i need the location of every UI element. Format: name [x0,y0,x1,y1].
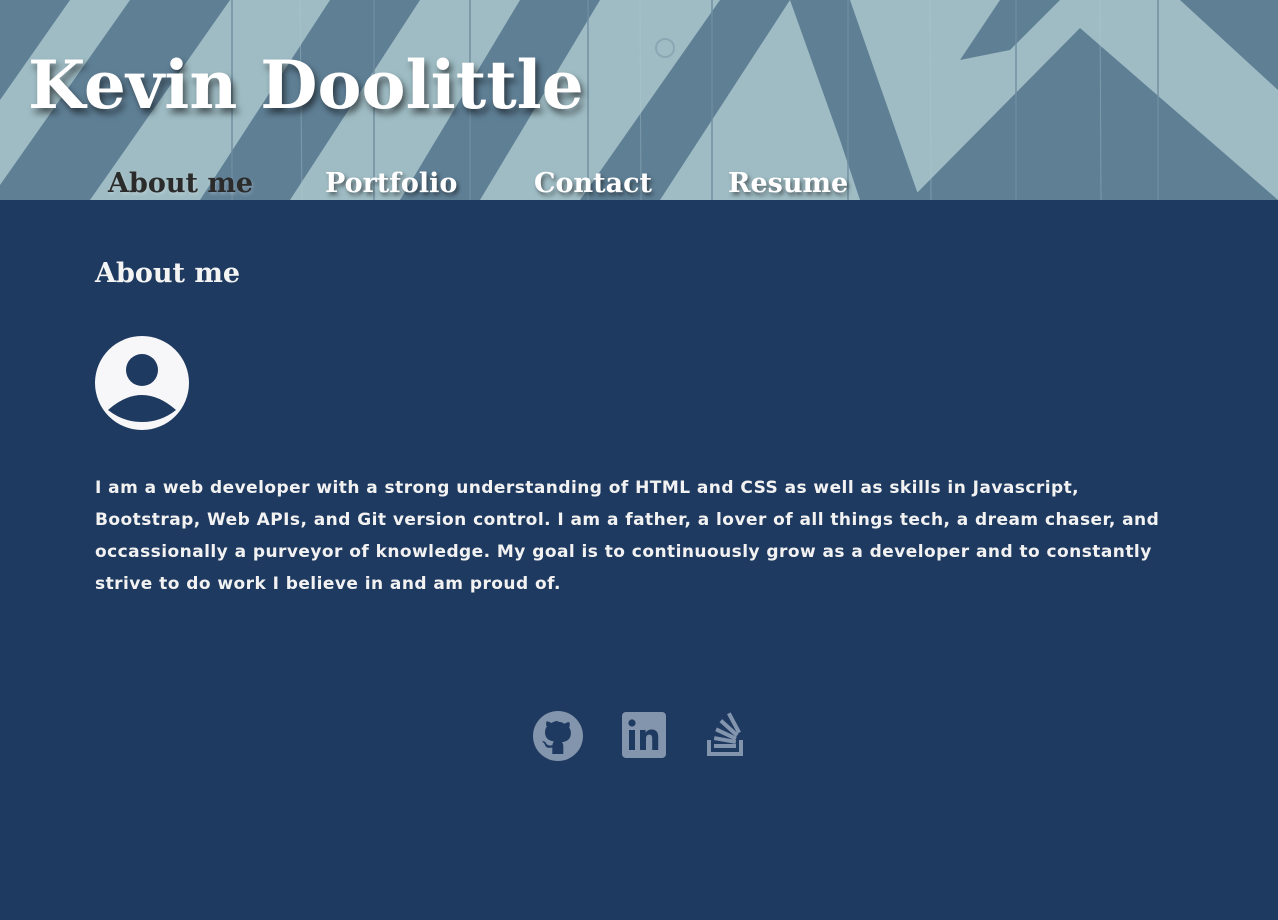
site-title: Kevin Doolittle [28,46,584,124]
section-heading: About me [95,258,241,289]
page: Kevin Doolittle About me Portfolio Conta… [0,0,1278,920]
nav-link-about-me[interactable]: About me [108,166,253,200]
site-header: Kevin Doolittle About me Portfolio Conta… [0,0,1278,200]
linkedin-icon[interactable] [620,710,668,762]
about-section: About me I am a web developer with a str… [0,200,1278,920]
nav-link-resume[interactable]: Resume [728,166,848,200]
bio-text: I am a web developer with a strong under… [95,478,1160,594]
main-nav: About me Portfolio Contact Resume [0,166,1278,200]
nav-link-portfolio[interactable]: Portfolio [325,166,457,200]
user-circle-icon [95,336,189,430]
github-icon[interactable] [532,710,584,762]
stackoverflow-icon[interactable] [704,710,746,762]
nav-link-contact[interactable]: Contact [534,166,652,200]
